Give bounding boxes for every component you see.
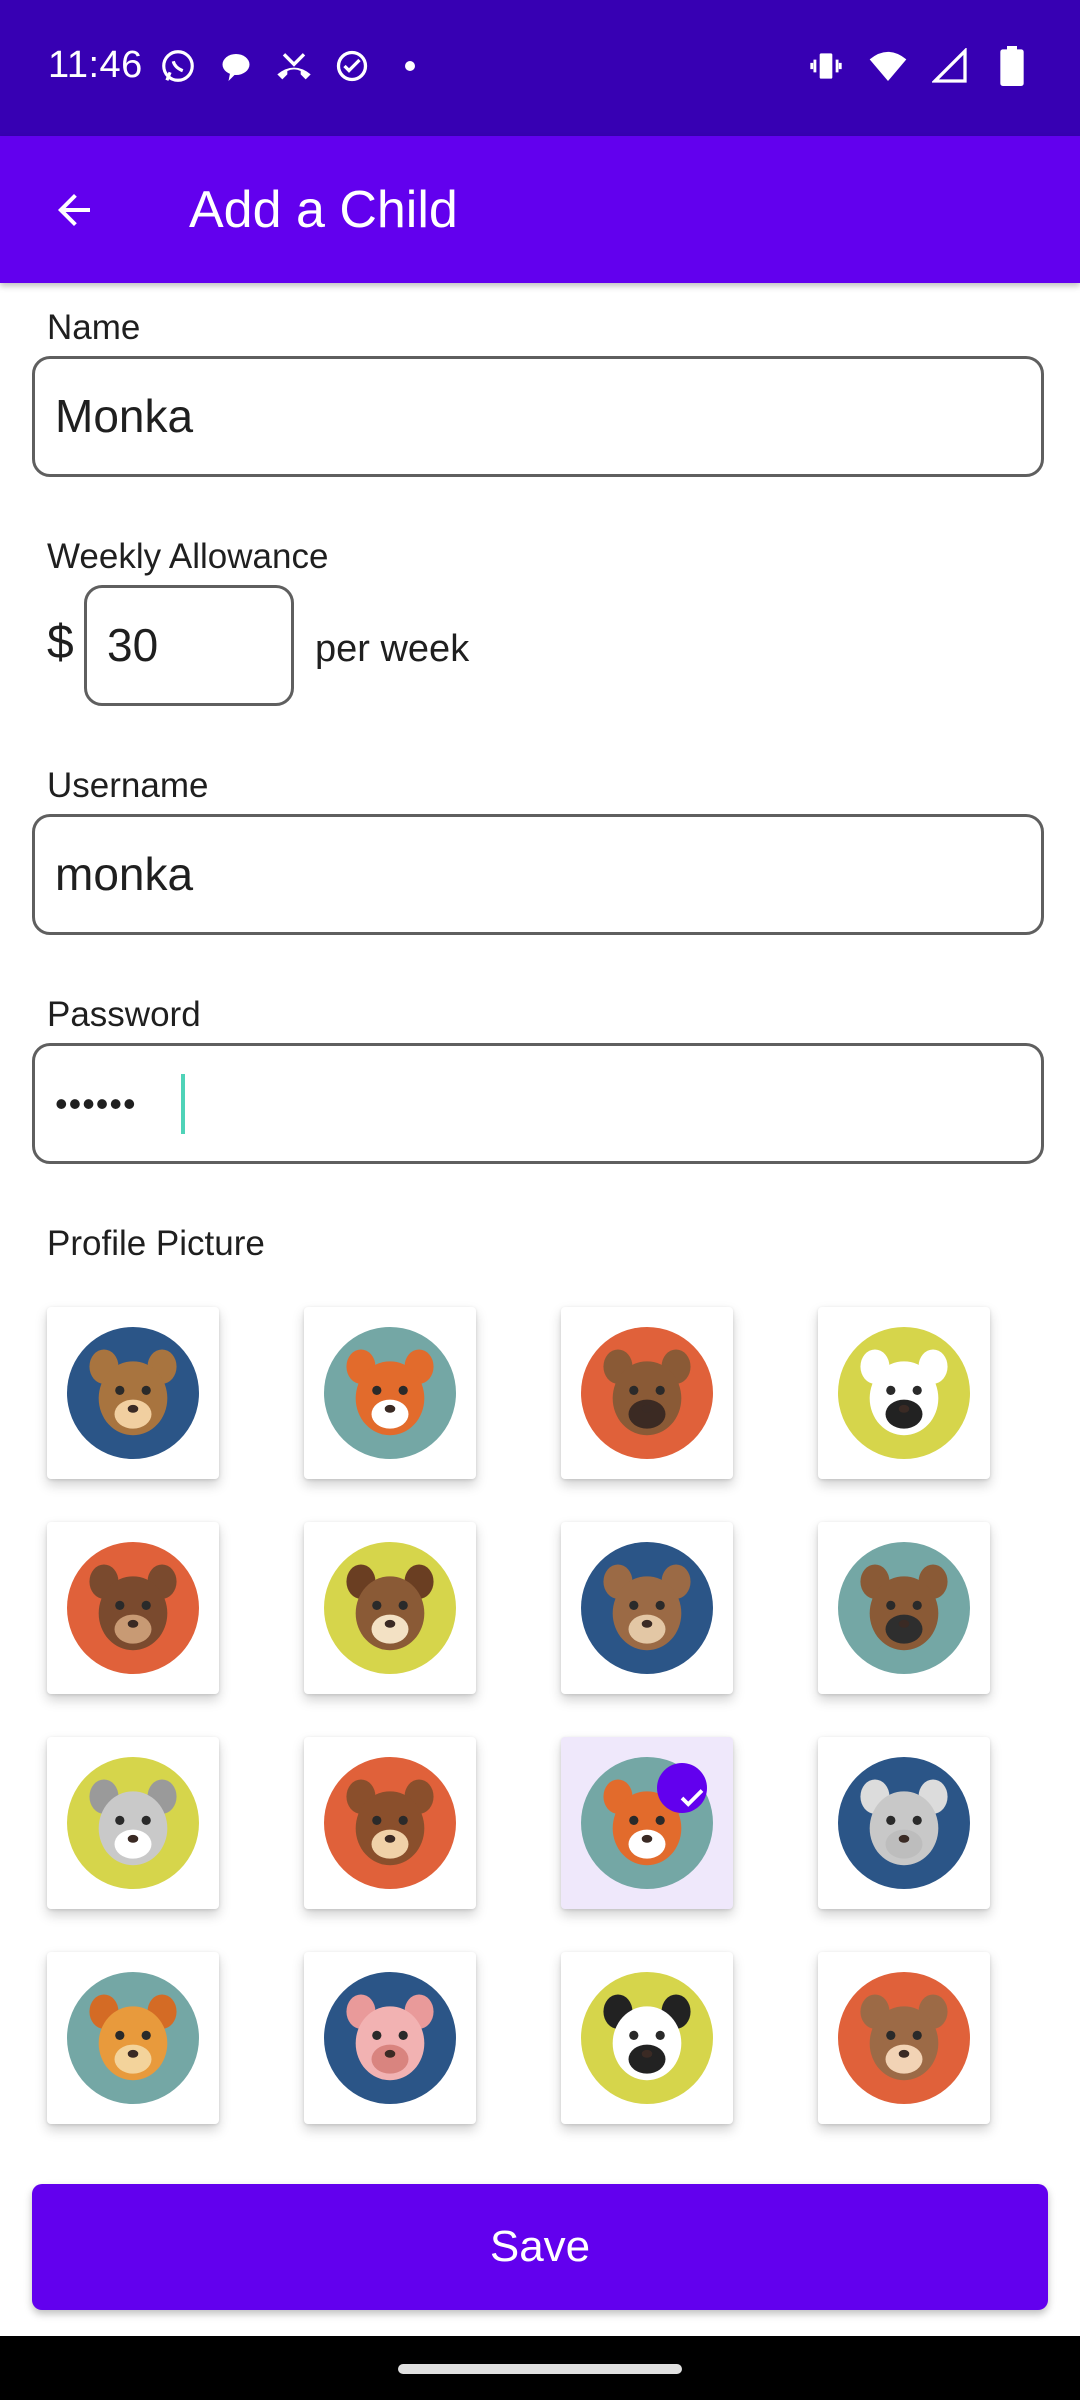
vibrate-icon: [806, 46, 846, 86]
zebra-avatar-icon: [838, 1327, 970, 1459]
missed-call-icon: [274, 46, 314, 86]
chat-bubble-icon: [216, 46, 256, 86]
whatsapp-icon: [158, 46, 198, 86]
arrow-back-icon: [58, 194, 90, 226]
password-label: Password: [47, 995, 201, 1034]
profile-picture-label: Profile Picture: [47, 1224, 265, 1263]
avatar-option-donkey[interactable]: [818, 1522, 990, 1694]
username-label: Username: [47, 766, 209, 805]
beaver-avatar-icon: [67, 1542, 199, 1674]
rabbit-avatar-icon: [838, 1972, 970, 2104]
battery-icon: [992, 46, 1032, 86]
elephant-avatar-icon: [838, 1757, 970, 1889]
avatar-option-raccoon[interactable]: [47, 1737, 219, 1909]
squirrel-avatar-icon: [324, 1757, 456, 1889]
avatar-option-elephant[interactable]: [818, 1737, 990, 1909]
avatar-option-deer[interactable]: [561, 1307, 733, 1479]
raccoon-avatar-icon: [67, 1757, 199, 1889]
check-circle-icon: [332, 46, 372, 86]
avatar-option-bear[interactable]: [561, 1522, 733, 1694]
system-icons: [806, 46, 1032, 86]
status-bar: 11:46: [0, 0, 1080, 136]
panda-avatar-icon: [581, 1972, 713, 2104]
allowance-value: 30: [107, 619, 159, 671]
name-value: Monka: [55, 390, 194, 442]
app-bar: Add a Child: [0, 136, 1080, 283]
notification-icons: [158, 46, 430, 86]
monkey-avatar-icon: [67, 1327, 199, 1459]
lion-avatar-icon: [67, 1972, 199, 2104]
allowance-field[interactable]: 30: [84, 585, 294, 706]
avatar-option-zebra[interactable]: [818, 1307, 990, 1479]
name-field[interactable]: Monka: [32, 356, 1044, 477]
avatar-option-monkey[interactable]: [47, 1307, 219, 1479]
avatar-option-rabbit[interactable]: [818, 1952, 990, 2124]
avatar-option-beaver[interactable]: [47, 1522, 219, 1694]
name-label: Name: [47, 308, 141, 347]
avatar-option-cat[interactable]: [561, 1737, 733, 1909]
home-handle[interactable]: [398, 2364, 682, 2374]
status-time: 11:46: [48, 44, 143, 86]
avatar-option-pig[interactable]: [304, 1952, 476, 2124]
username-field[interactable]: monka: [32, 814, 1044, 935]
signal-icon: [930, 46, 970, 86]
avatar-option-fox[interactable]: [304, 1307, 476, 1479]
pig-avatar-icon: [324, 1972, 456, 2104]
navigation-bar: [0, 2336, 1080, 2400]
selected-check-icon: [657, 1763, 707, 1813]
username-value: monka: [55, 848, 194, 900]
avatar-option-squirrel[interactable]: [304, 1737, 476, 1909]
bear-avatar-icon: [581, 1542, 713, 1674]
per-week-label: per week: [315, 628, 470, 670]
avatar-option-dog[interactable]: [304, 1522, 476, 1694]
dog-avatar-icon: [324, 1542, 456, 1674]
page-title: Add a Child: [189, 181, 458, 239]
donkey-avatar-icon: [838, 1542, 970, 1674]
password-field[interactable]: ••••••: [32, 1043, 1044, 1164]
password-value: ••••••: [55, 1083, 137, 1124]
avatar-option-panda[interactable]: [561, 1952, 733, 2124]
avatar-grid: [0, 1280, 1080, 2147]
deer-avatar-icon: [581, 1327, 713, 1459]
text-cursor: [181, 1074, 185, 1134]
save-button[interactable]: Save: [32, 2184, 1048, 2310]
allowance-label: Weekly Allowance: [47, 537, 329, 576]
back-button[interactable]: [40, 176, 108, 244]
wifi-icon: [868, 46, 908, 86]
dot-icon: [390, 46, 430, 86]
currency-symbol: $: [47, 616, 74, 669]
fox-avatar-icon: [324, 1327, 456, 1459]
avatar-option-lion[interactable]: [47, 1952, 219, 2124]
